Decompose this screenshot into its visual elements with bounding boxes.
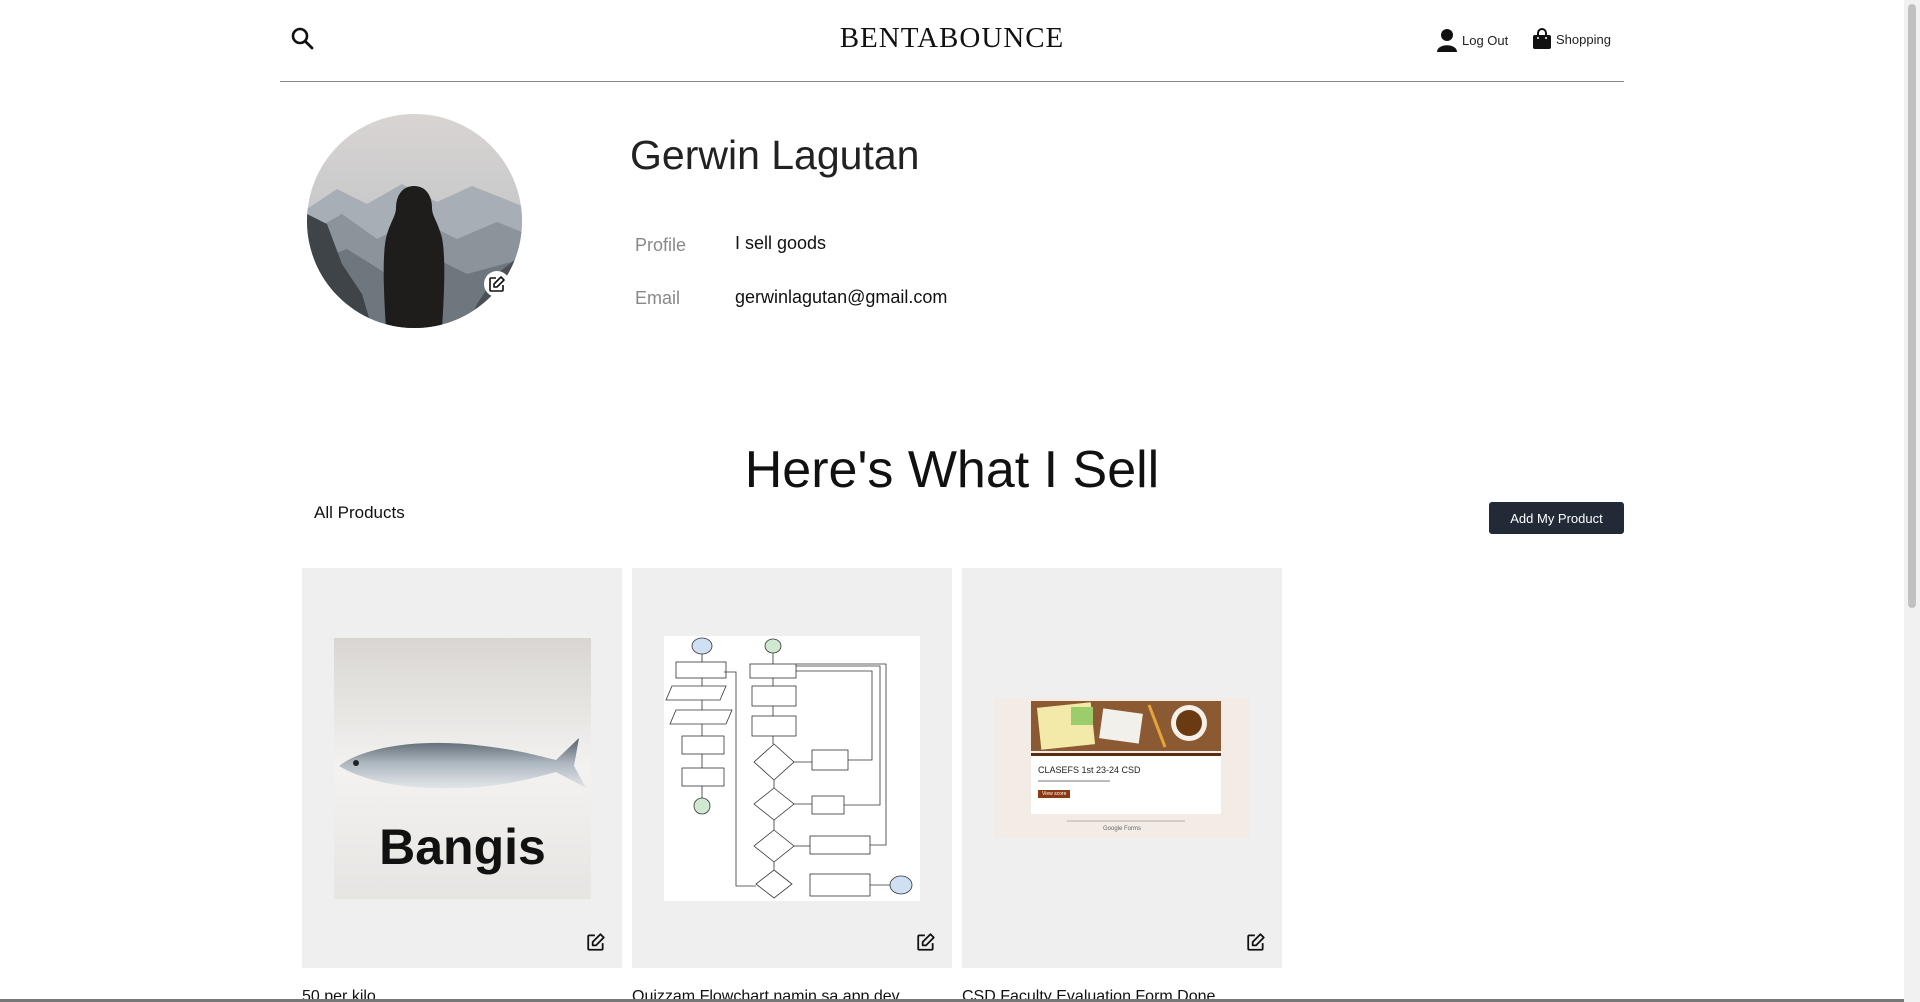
section-title: Here's What I Sell bbox=[744, 441, 1160, 499]
shopping-label: Shopping bbox=[1556, 31, 1611, 47]
email-label: Email bbox=[635, 288, 681, 308]
product-card[interactable] bbox=[632, 568, 952, 968]
top-navbar: BENTABOUNCE Log Out Shopping bbox=[280, 0, 1624, 82]
user-name: Gerwin Lagutan bbox=[630, 132, 920, 178]
edit-icon[interactable] bbox=[586, 932, 606, 952]
shopping-link[interactable]: Shopping bbox=[1532, 28, 1611, 50]
form-footer-line bbox=[1067, 820, 1185, 822]
edit-icon[interactable] bbox=[916, 932, 936, 952]
email-value: gerwinlagutan@gmail.com bbox=[735, 287, 948, 307]
product-image: CLASEFS 1st 23-24 CSD View score Google … bbox=[994, 698, 1250, 838]
logout-link[interactable]: Log Out bbox=[1436, 28, 1508, 52]
vertical-scrollbar[interactable] bbox=[1904, 0, 1920, 1002]
search-button[interactable] bbox=[290, 26, 318, 54]
form-footer: Google Forms bbox=[1102, 826, 1141, 832]
product-image bbox=[664, 636, 920, 901]
product-card[interactable]: CLASEFS 1st 23-24 CSD View score Google … bbox=[962, 568, 1282, 968]
profile-value: I sell goods bbox=[735, 233, 827, 253]
page: BENTABOUNCE Log Out Shopping Gerwin Lagu… bbox=[0, 0, 1920, 1002]
shopping-bag-icon bbox=[1533, 28, 1551, 49]
form-view-score-button: View score bbox=[1038, 790, 1071, 798]
edit-icon[interactable] bbox=[1246, 932, 1266, 952]
form-card: CLASEFS 1st 23-24 CSD View score bbox=[1031, 756, 1221, 814]
form-subtitle-line bbox=[1038, 780, 1110, 782]
product-image: Bangis bbox=[334, 638, 591, 899]
edit-avatar-button[interactable] bbox=[484, 271, 510, 297]
profile-avatar bbox=[307, 114, 522, 328]
brand-logo-wrapper: BENTABOUNCE bbox=[280, 22, 1624, 55]
form-title: CLASEFS 1st 23-24 CSD bbox=[1038, 765, 1141, 775]
user-icon bbox=[1437, 29, 1457, 52]
product-card[interactable]: Bangis bbox=[302, 568, 622, 968]
edit-icon bbox=[489, 276, 505, 292]
logout-label: Log Out bbox=[1462, 32, 1509, 48]
brand-logo[interactable]: BENTABOUNCE bbox=[840, 22, 1065, 54]
profile-label: Profile bbox=[635, 235, 687, 255]
tab-all-products[interactable]: All Products bbox=[314, 503, 405, 523]
form-banner bbox=[1031, 701, 1221, 751]
search-icon bbox=[291, 27, 314, 50]
scrollbar-thumb[interactable] bbox=[1908, 4, 1916, 608]
add-product-button[interactable]: Add My Product bbox=[1489, 502, 1624, 534]
product-image-caption: Bangis bbox=[379, 819, 546, 875]
